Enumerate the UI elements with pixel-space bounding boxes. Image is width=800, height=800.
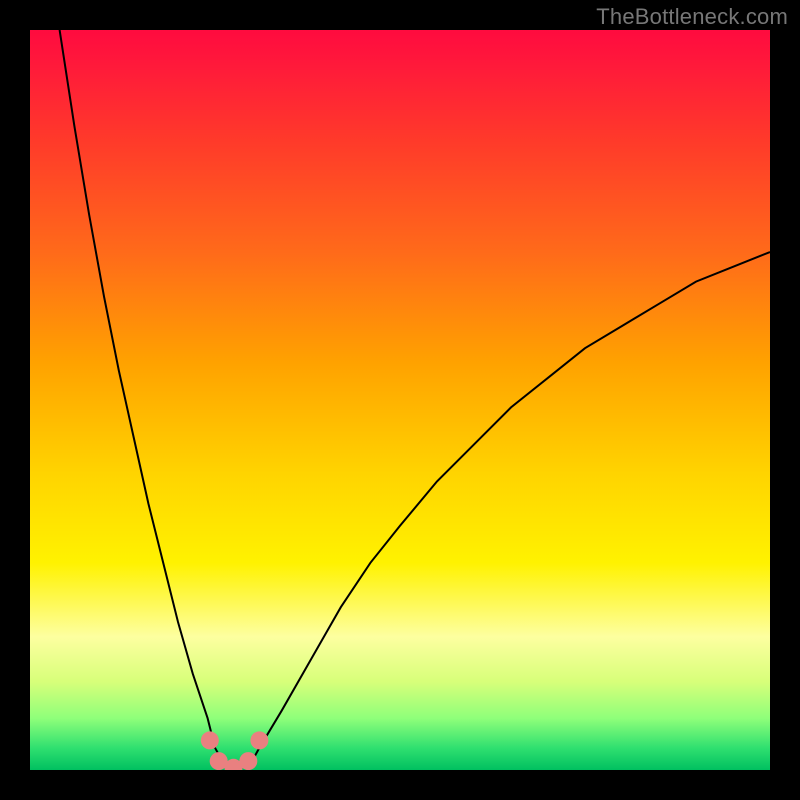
valley-marker <box>239 752 257 770</box>
chart-frame: TheBottleneck.com <box>0 0 800 800</box>
chart-svg <box>30 30 770 770</box>
valley-marker <box>250 731 268 749</box>
watermark-label: TheBottleneck.com <box>596 4 788 30</box>
plot-area <box>30 30 770 770</box>
gradient-background <box>30 30 770 770</box>
valley-marker <box>201 731 219 749</box>
